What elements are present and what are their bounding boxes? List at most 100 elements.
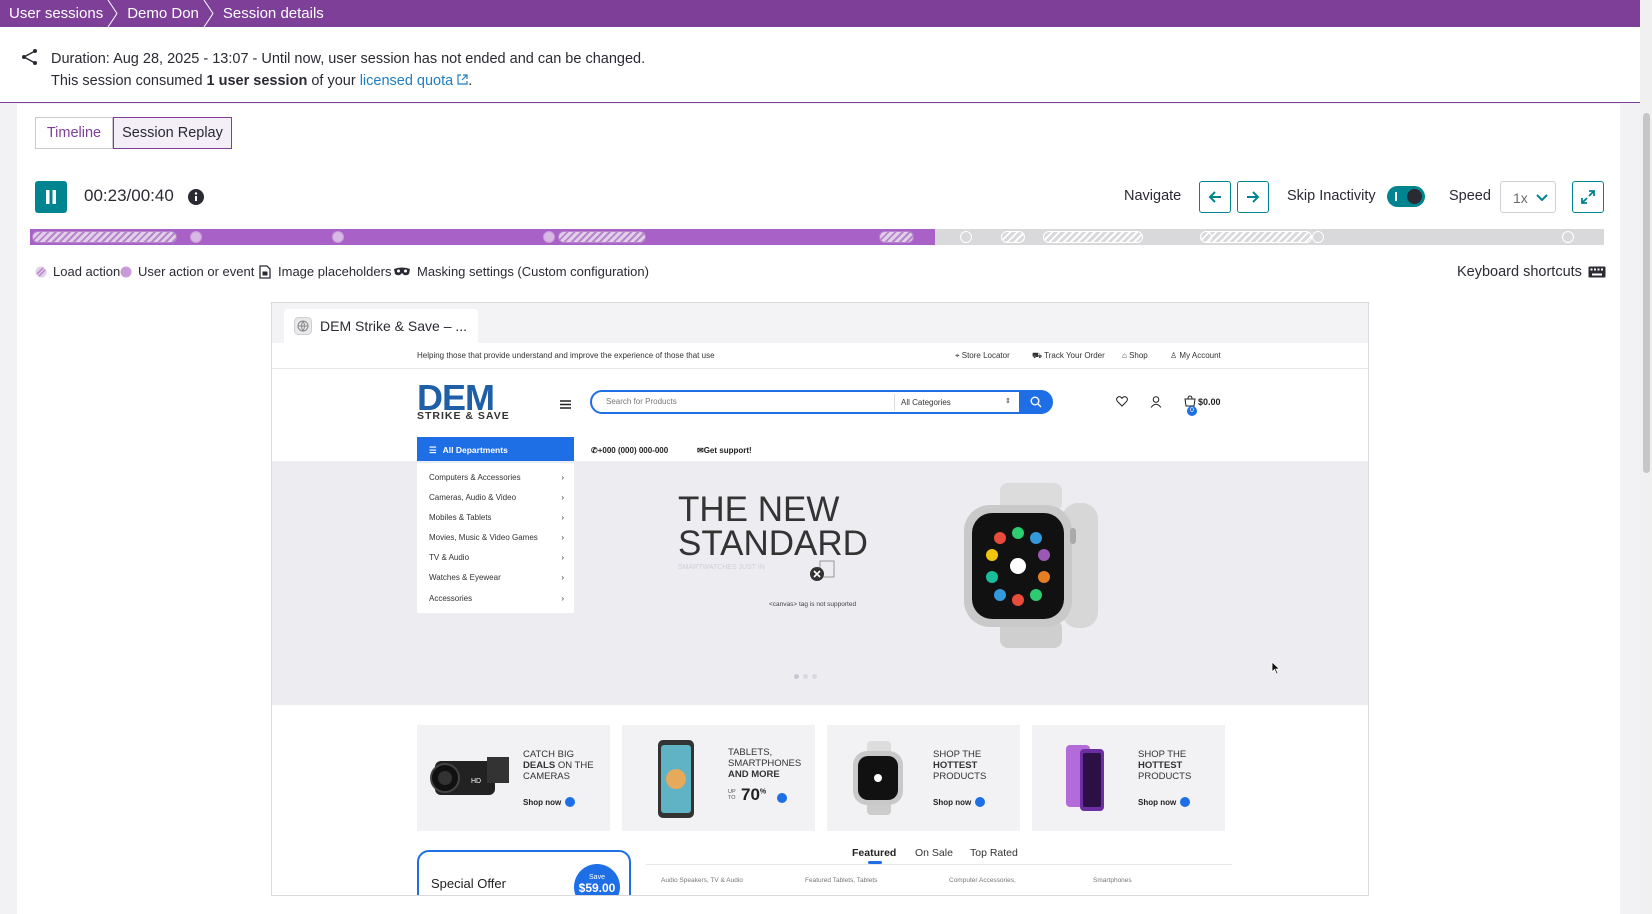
scrollbar-thumb[interactable] <box>1643 113 1650 473</box>
user-session-icon <box>22 49 37 65</box>
product-category[interactable]: Smartphones <box>1093 877 1132 884</box>
timeline-load-action[interactable] <box>879 231 914 243</box>
department-item[interactable]: Mobiles & Tablets › <box>429 513 564 522</box>
department-label[interactable]: Watches & Eyewear <box>429 573 501 582</box>
timeline-user-action[interactable] <box>960 231 972 243</box>
shop-now-label[interactable]: Shop now <box>1138 798 1176 807</box>
external-link-icon[interactable] <box>457 74 468 85</box>
skip-inactivity-toggle[interactable] <box>1387 186 1425 207</box>
timeline-user-action[interactable] <box>543 231 555 243</box>
store-locator-label[interactable]: Store Locator <box>962 351 1010 360</box>
product-category[interactable]: Computer Accessories, <box>949 877 1016 884</box>
arrow-circle-icon[interactable] <box>777 793 787 803</box>
navigate-forward-button[interactable] <box>1237 181 1269 213</box>
all-departments-button[interactable]: ☰ All Departments <box>417 437 574 463</box>
site-search-input[interactable]: Search for Products <box>606 397 677 406</box>
pause-button[interactable] <box>35 181 67 213</box>
hamburger-menu-icon[interactable] <box>560 400 571 409</box>
timeline-user-action[interactable] <box>332 231 344 243</box>
breadcrumb-user-sessions[interactable]: User sessions <box>0 0 118 27</box>
carousel-dot[interactable] <box>812 674 817 679</box>
support-phone[interactable]: ✆+000 (000) 000-000 <box>591 446 668 455</box>
department-item[interactable]: TV & Audio › <box>429 553 564 562</box>
keyboard-shortcuts[interactable]: Keyboard shortcuts <box>1457 264 1606 280</box>
all-departments-label[interactable]: All Departments <box>443 445 508 455</box>
department-item[interactable]: Cameras, Audio & Video › <box>429 493 564 502</box>
legend-masking-settings[interactable]: Masking settings (Custom configuration) <box>393 264 649 279</box>
breadcrumb-session-details[interactable]: Session details <box>209 0 334 27</box>
store-locator-link[interactable]: ⌖ Store Locator <box>955 351 1010 361</box>
product-tab-featured[interactable]: Featured <box>852 847 896 859</box>
shop-now-label[interactable]: Shop now <box>523 798 561 807</box>
department-label[interactable]: Accessories <box>429 594 472 603</box>
department-label[interactable]: TV & Audio <box>429 553 469 562</box>
carousel-dot[interactable] <box>803 674 808 679</box>
wishlist-heart-icon[interactable] <box>1116 396 1128 407</box>
department-item[interactable]: Watches & Eyewear › <box>429 573 564 582</box>
special-offer-box[interactable]: Special Offer Save $59.00 <box>417 850 631 895</box>
product-category[interactable]: Audio Speakers, TV & Audio <box>661 877 743 884</box>
tab-label[interactable]: Timeline <box>47 125 101 141</box>
category-select-value[interactable]: All Categories <box>901 398 951 407</box>
department-label[interactable]: Movies, Music & Video Games <box>429 533 538 542</box>
shop-link[interactable]: ⌂ Shop <box>1122 351 1148 360</box>
tab-session-replay[interactable]: Session Replay <box>113 117 232 149</box>
timeline-load-action[interactable] <box>558 231 646 243</box>
track-order-link[interactable]: ⛟ Track Your Order <box>1032 351 1105 361</box>
get-support-link[interactable]: ✉Get support! <box>697 446 752 455</box>
timeline-load-action[interactable] <box>32 231 177 243</box>
product-category[interactable]: Featured Tablets, Tablets <box>805 877 877 884</box>
session-replay-viewport[interactable]: DEM Strike & Save – ... Helping those th… <box>271 302 1369 896</box>
breadcrumb-demo-don[interactable]: Demo Don <box>113 0 214 27</box>
speed-select[interactable]: 1x <box>1500 181 1556 213</box>
shop-now-link[interactable]: Shop now <box>1138 797 1191 807</box>
department-item[interactable]: Movies, Music & Video Games › <box>429 533 564 542</box>
account-icon[interactable] <box>1150 396 1162 408</box>
cart-total[interactable]: $0.00 <box>1198 397 1221 407</box>
promo-card-cameras[interactable]: HD CATCH BIG DEALS ON THE CAMERAS Shop n… <box>417 725 610 831</box>
product-tab-top-rated[interactable]: Top Rated <box>970 847 1018 859</box>
timeline-load-action[interactable] <box>1043 231 1143 243</box>
breadcrumb-label[interactable]: User sessions <box>9 5 103 22</box>
tab-timeline[interactable]: Timeline <box>35 117 113 149</box>
my-account-label[interactable]: My Account <box>1179 351 1220 360</box>
department-item[interactable]: Computers & Accessories › <box>429 473 564 482</box>
shop-label[interactable]: Shop <box>1129 351 1148 360</box>
department-label[interactable]: Mobiles & Tablets <box>429 513 492 522</box>
category-select[interactable]: All Categories ⇕ <box>894 394 1019 410</box>
promo-card-watch[interactable]: SHOP THE HOTTEST PRODUCTS Shop now <box>827 725 1020 831</box>
support-phone-number[interactable]: +000 (000) 000-000 <box>598 446 669 455</box>
shop-now-link[interactable]: Shop now <box>933 797 986 807</box>
department-label[interactable]: Cameras, Audio & Video <box>429 493 516 502</box>
track-order-label[interactable]: Track Your Order <box>1044 351 1105 360</box>
get-support-label[interactable]: Get support! <box>704 446 752 455</box>
promo-card-phone[interactable]: SHOP THE HOTTEST PRODUCTS Shop now <box>1032 725 1225 831</box>
breadcrumb-label[interactable]: Demo Don <box>127 5 199 22</box>
info-icon[interactable] <box>188 189 204 205</box>
promo-card-tablets[interactable]: TABLETS, SMARTPHONES AND MORE UP TO 70% <box>622 725 815 831</box>
keyboard-shortcuts-label[interactable]: Keyboard shortcuts <box>1457 264 1582 280</box>
legend-label[interactable]: Masking settings (Custom configuration) <box>417 264 649 279</box>
timeline-load-action[interactable] <box>1200 231 1312 243</box>
fullscreen-button[interactable] <box>1572 181 1604 213</box>
shop-now-label[interactable]: Shop now <box>933 798 971 807</box>
department-label[interactable]: Computers & Accessories <box>429 473 521 482</box>
hero-title-line2: STANDARD <box>678 524 868 563</box>
chevron-right-icon: › <box>561 473 564 482</box>
department-item[interactable]: Accessories › <box>429 594 564 603</box>
shop-now-link[interactable]: Shop now <box>523 797 576 807</box>
site-search-button[interactable] <box>1019 390 1053 414</box>
licensed-quota-link[interactable]: licensed quota <box>360 73 454 89</box>
my-account-link[interactable]: ♙ My Account <box>1170 351 1221 360</box>
navigate-back-button[interactable] <box>1199 181 1231 213</box>
breadcrumb-label[interactable]: Session details <box>223 5 324 22</box>
site-logo[interactable]: DEM STRIKE & SAVE <box>417 380 517 423</box>
tab-label[interactable]: Session Replay <box>122 125 223 141</box>
product-tab-on-sale[interactable]: On Sale <box>915 847 953 859</box>
timeline-user-action[interactable] <box>1562 231 1574 243</box>
timeline-user-action[interactable] <box>190 231 202 243</box>
speed-value[interactable]: 1x <box>1513 190 1528 206</box>
timeline-load-action[interactable] <box>1001 231 1025 243</box>
carousel-dot[interactable] <box>794 674 799 679</box>
timeline-user-action[interactable] <box>1312 231 1324 243</box>
